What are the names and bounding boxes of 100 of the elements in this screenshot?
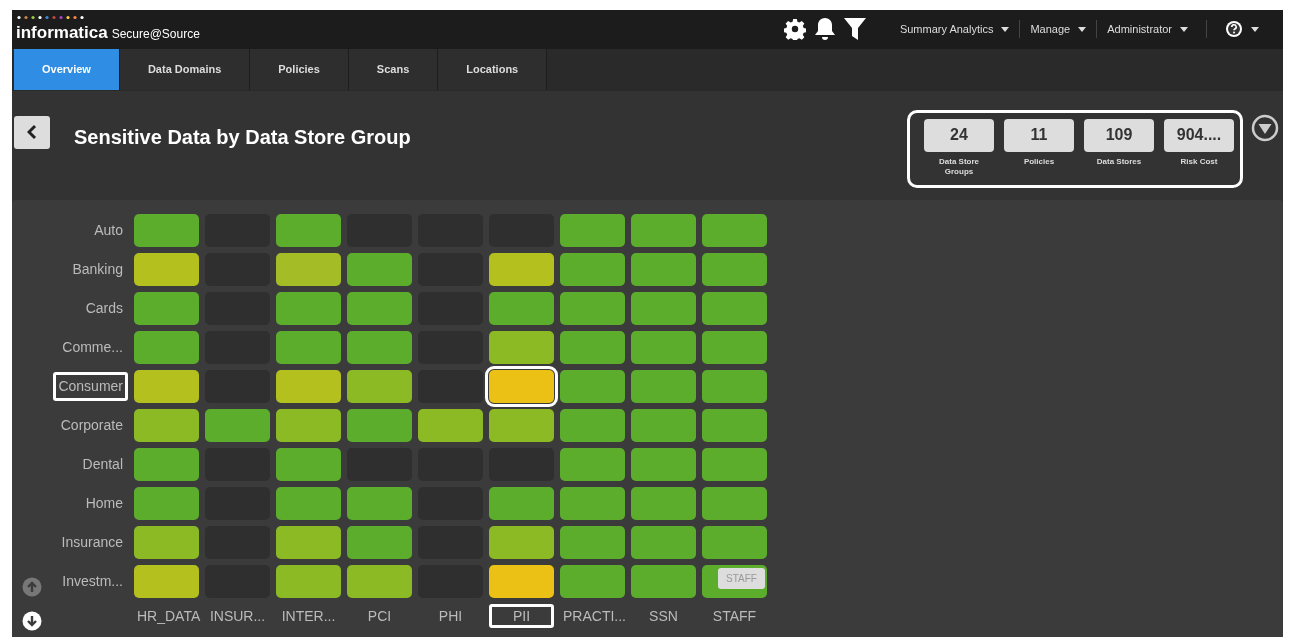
- heatmap-cell[interactable]: [631, 487, 696, 520]
- nav-tab[interactable]: Policies: [250, 48, 349, 90]
- nav-tab[interactable]: Scans: [348, 48, 439, 90]
- heatmap-cell[interactable]: [560, 565, 625, 598]
- nav-tab[interactable]: Data Domains: [119, 48, 251, 90]
- row-label[interactable]: Comme...: [57, 333, 128, 362]
- column-label[interactable]: PHI: [418, 604, 483, 628]
- heatmap-cell[interactable]: [702, 331, 767, 364]
- row-label[interactable]: Home: [80, 489, 128, 518]
- heatmap-cell[interactable]: [276, 526, 341, 559]
- notification-bell-icon[interactable]: [813, 17, 836, 42]
- heatmap-cell[interactable]: [631, 292, 696, 325]
- heatmap-cell[interactable]: [631, 331, 696, 364]
- heatmap-cell[interactable]: [276, 331, 341, 364]
- column-label[interactable]: HR_DATA: [134, 604, 199, 628]
- heatmap-cell[interactable]: [489, 331, 554, 364]
- menu-dropdown[interactable]: Manage: [1020, 21, 1097, 38]
- column-label[interactable]: PII: [489, 604, 554, 628]
- menu-dropdown[interactable]: Administrator: [1097, 21, 1198, 38]
- heatmap-cell[interactable]: [702, 253, 767, 286]
- settings-icon[interactable]: [783, 18, 806, 41]
- heatmap-cell[interactable]: [702, 409, 767, 442]
- heatmap-cell[interactable]: [134, 565, 199, 598]
- heatmap-cell[interactable]: [347, 292, 412, 325]
- filter-dropdown-icon[interactable]: [1251, 113, 1279, 142]
- heatmap-cell[interactable]: [560, 487, 625, 520]
- heatmap-cell[interactable]: [631, 565, 696, 598]
- column-label[interactable]: SSN: [631, 604, 696, 628]
- column-label[interactable]: INTER...: [276, 604, 341, 628]
- heatmap-cell[interactable]: [134, 448, 199, 481]
- heatmap-cell[interactable]: [134, 370, 199, 403]
- row-label[interactable]: Insurance: [56, 528, 128, 557]
- heatmap-cell[interactable]: [205, 409, 270, 442]
- row-label[interactable]: Corporate: [55, 411, 128, 440]
- heatmap-cell[interactable]: [347, 526, 412, 559]
- heatmap-cell[interactable]: [702, 526, 767, 559]
- heatmap-cell[interactable]: [134, 331, 199, 364]
- heatmap-cell[interactable]: [702, 370, 767, 403]
- heatmap-cell[interactable]: [489, 487, 554, 520]
- filter-icon[interactable]: [843, 17, 866, 42]
- heatmap-cell[interactable]: [134, 292, 199, 325]
- heatmap-cell[interactable]: [631, 253, 696, 286]
- heatmap-cell[interactable]: [347, 253, 412, 286]
- heatmap-cell[interactable]: [276, 214, 341, 247]
- heatmap-cell[interactable]: [631, 370, 696, 403]
- scroll-down-icon[interactable]: [22, 611, 42, 631]
- heatmap-cell[interactable]: [702, 214, 767, 247]
- column-label[interactable]: PRACTI...: [560, 604, 625, 628]
- heatmap-cell[interactable]: [631, 526, 696, 559]
- row-label[interactable]: Investm...: [57, 567, 128, 596]
- heatmap-cell[interactable]: [276, 370, 341, 403]
- logo-dots-icon: [16, 15, 86, 21]
- nav-tab[interactable]: Locations: [438, 48, 548, 90]
- heatmap-cell[interactable]: [276, 292, 341, 325]
- heatmap-cell[interactable]: [702, 448, 767, 481]
- heatmap-cell[interactable]: [134, 253, 199, 286]
- heatmap-cell[interactable]: [347, 331, 412, 364]
- heatmap-cell[interactable]: [418, 409, 483, 442]
- row-label[interactable]: Consumer: [53, 372, 128, 401]
- column-label[interactable]: INSUR...: [205, 604, 270, 628]
- column-label[interactable]: STAFF: [702, 604, 767, 628]
- heatmap-cell[interactable]: [489, 526, 554, 559]
- heatmap-cell[interactable]: [276, 448, 341, 481]
- heatmap-cell[interactable]: [560, 292, 625, 325]
- heatmap-cell[interactable]: [560, 253, 625, 286]
- heatmap-cell[interactable]: [347, 565, 412, 598]
- heatmap-cell[interactable]: [631, 214, 696, 247]
- heatmap-cell[interactable]: [560, 331, 625, 364]
- heatmap-cell[interactable]: [489, 292, 554, 325]
- heatmap-cell[interactable]: [702, 292, 767, 325]
- row-label[interactable]: Auto: [89, 216, 128, 245]
- heatmap-cell[interactable]: [702, 487, 767, 520]
- row-label[interactable]: Cards: [80, 294, 128, 323]
- column-label[interactable]: PCI: [347, 604, 412, 628]
- heatmap-cell[interactable]: [560, 526, 625, 559]
- heatmap-cell[interactable]: [560, 409, 625, 442]
- heatmap-cell[interactable]: [560, 370, 625, 403]
- back-button[interactable]: [14, 115, 50, 149]
- heatmap-cell[interactable]: [560, 448, 625, 481]
- heatmap-cell[interactable]: [489, 253, 554, 286]
- heatmap-cell[interactable]: [347, 487, 412, 520]
- heatmap-cell[interactable]: [276, 565, 341, 598]
- heatmap-cell[interactable]: [489, 565, 554, 598]
- row-label[interactable]: Dental: [77, 450, 128, 479]
- heatmap-cell[interactable]: [347, 409, 412, 442]
- heatmap-cell[interactable]: [134, 409, 199, 442]
- heatmap-cell[interactable]: [134, 214, 199, 247]
- heatmap-cell[interactable]: [276, 409, 341, 442]
- heatmap-cell[interactable]: [631, 409, 696, 442]
- heatmap-cell[interactable]: [134, 487, 199, 520]
- menu-dropdown[interactable]: Summary Analytics: [889, 21, 1020, 38]
- heatmap-cell[interactable]: [276, 253, 341, 286]
- heatmap-cell[interactable]: [134, 526, 199, 559]
- nav-tab[interactable]: Overview: [14, 48, 120, 90]
- row-label[interactable]: Banking: [67, 255, 128, 284]
- heatmap-cell[interactable]: [347, 370, 412, 403]
- heatmap-cell[interactable]: [560, 214, 625, 247]
- heatmap-cell[interactable]: [489, 409, 554, 442]
- heatmap-cell[interactable]: [276, 487, 341, 520]
- heatmap-cell[interactable]: [631, 448, 696, 481]
